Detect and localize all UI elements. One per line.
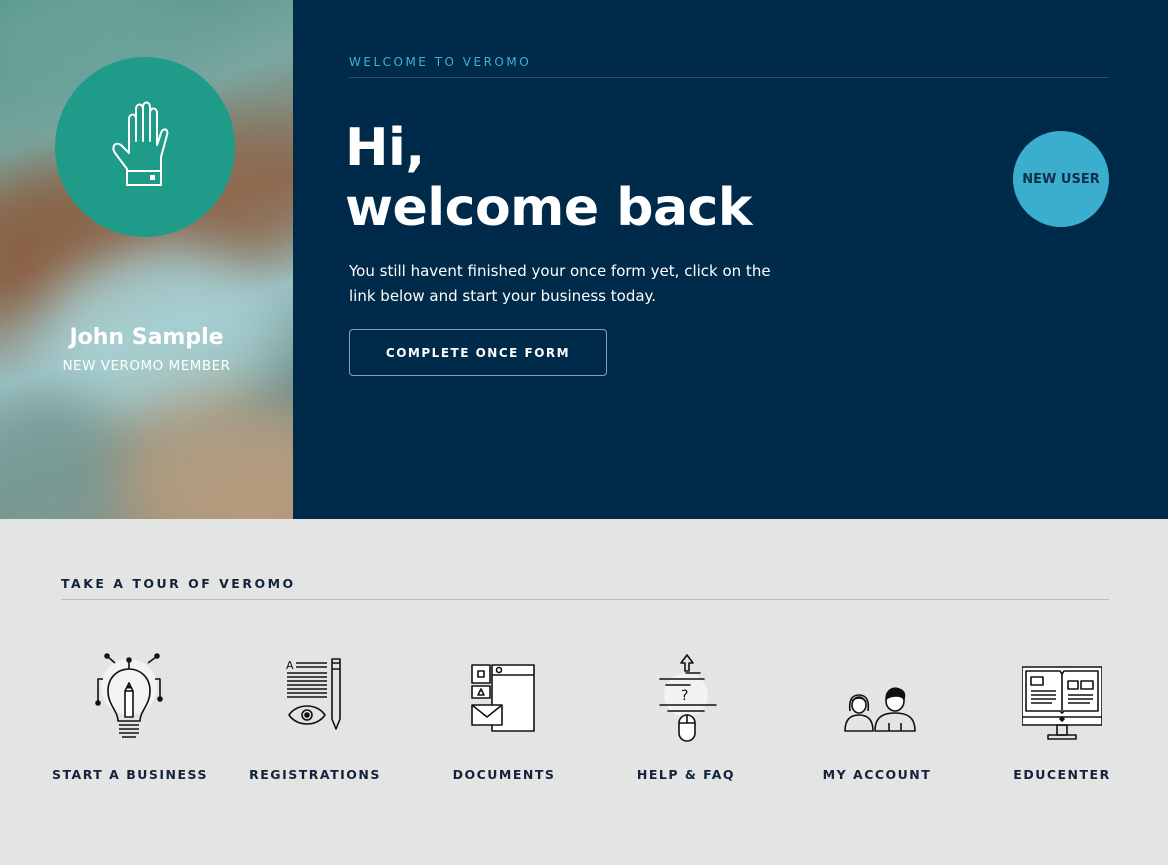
page-title: Hi, welcome back [345,118,752,238]
help-mouse-icon: ? [659,654,717,742]
tour-item-label: MY ACCOUNT [822,767,932,782]
monitor-book-icon [1022,666,1102,740]
document-eye-icon: A [286,658,341,730]
lightbulb-pencil-icon [95,653,163,738]
welcome-hero: John Sample NEW VEROMO MEMBER WELCOME TO… [0,0,1168,519]
tour-item-label: DOCUMENTS [452,767,556,782]
tour-section: TAKE A TOUR OF VEROMO START A BUSINESS A [0,519,1168,865]
profile-panel: John Sample NEW VEROMO MEMBER [0,0,293,519]
welcome-eyebrow: WELCOME TO VEROMO [349,55,532,69]
new-user-badge[interactable]: NEW USER [1013,131,1109,227]
documents-icon [471,664,535,732]
headline-line-2: welcome back [345,178,752,238]
svg-text:A: A [286,659,294,672]
tour-item-label: REGISTRATIONS [249,767,381,782]
intro-line-1: You still havent finished your once form… [349,262,771,280]
complete-once-form-button[interactable]: COMPLETE ONCE FORM [349,329,607,376]
profile-name: John Sample [69,325,224,350]
profile-role: NEW VEROMO MEMBER [62,358,231,374]
tour-item-label: START A BUSINESS [52,767,208,782]
tour-item-label: HELP & FAQ [636,767,736,782]
tour-item-label: EDUCENTER [1013,767,1111,782]
hand-icon [112,101,169,186]
intro-line-2: link below and start your business today… [349,286,657,305]
divider [349,77,1109,78]
tour-title: TAKE A TOUR OF VEROMO [61,576,296,591]
divider [61,599,1109,600]
intro-text: You still havent finished your once form… [349,259,809,308]
headline-line-1: Hi, [345,118,425,178]
avatar [55,57,235,237]
svg-text:?: ? [681,688,688,704]
users-icon [844,687,916,732]
welcome-panel: WELCOME TO VEROMO Hi, welcome back You s… [293,0,1168,519]
